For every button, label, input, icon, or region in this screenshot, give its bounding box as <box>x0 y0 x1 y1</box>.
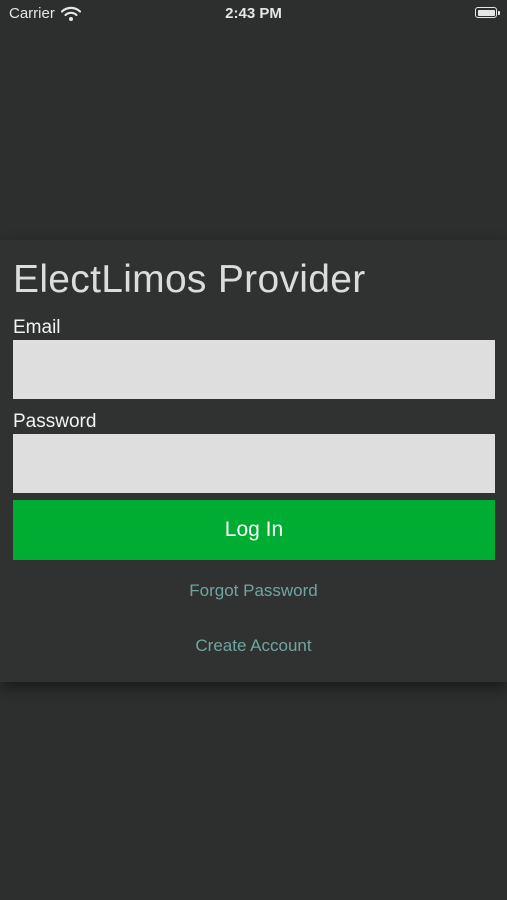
password-label: Password <box>13 411 97 432</box>
login-card: ElectLimos Provider Email Password Log I… <box>0 240 507 682</box>
login-button[interactable]: Log In <box>13 500 495 560</box>
status-bar: Carrier 2:43 PM <box>0 0 507 28</box>
battery-icon <box>475 7 500 18</box>
email-label: Email <box>13 317 61 338</box>
create-account-link[interactable]: Create Account <box>0 636 507 656</box>
clock-time: 2:43 PM <box>225 5 282 22</box>
forgot-password-link[interactable]: Forgot Password <box>0 581 507 601</box>
email-field[interactable] <box>13 340 495 399</box>
password-field[interactable] <box>13 434 495 493</box>
app-title: ElectLimos Provider <box>13 258 366 301</box>
